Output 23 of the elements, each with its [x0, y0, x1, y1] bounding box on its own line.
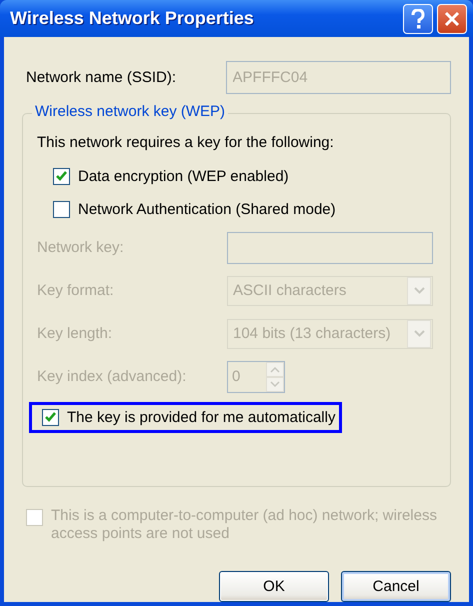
field-label: Network key:	[37, 239, 125, 256]
checkbox-label: The key is provided for me automatically	[67, 409, 336, 426]
ok-button[interactable]: OK	[219, 571, 329, 602]
cancel-button[interactable]: Cancel	[341, 571, 451, 602]
checkbox-label: This is a computer-to-computer (ad hoc) network; wireless access points are not used	[51, 507, 438, 543]
key-field[interactable]	[227, 232, 433, 264]
checkbox[interactable]	[53, 168, 70, 185]
field-label: Key index (advanced):	[37, 368, 188, 385]
field-label: Key length:	[37, 325, 114, 342]
spin-arrows-icon	[266, 362, 284, 392]
checkbox[interactable]	[53, 201, 70, 218]
help-icon	[410, 8, 426, 28]
ssid-label: Network name (SSID):	[26, 68, 178, 86]
help-button[interactable]	[403, 4, 433, 34]
window-title: Wireless Network Properties	[10, 8, 254, 29]
field-label: Key format:	[37, 282, 115, 299]
checkbox-label: Network Authentication (Shared mode)	[78, 201, 336, 218]
checkbox[interactable]	[42, 409, 59, 426]
close-icon	[444, 10, 460, 26]
group-title: Wireless network key (WEP)	[32, 103, 228, 120]
checkbox-label: Data encryption (WEP enabled)	[78, 168, 289, 185]
intro-text: This network requires a key for the following:	[37, 134, 335, 153]
close-button[interactable]	[437, 4, 467, 34]
